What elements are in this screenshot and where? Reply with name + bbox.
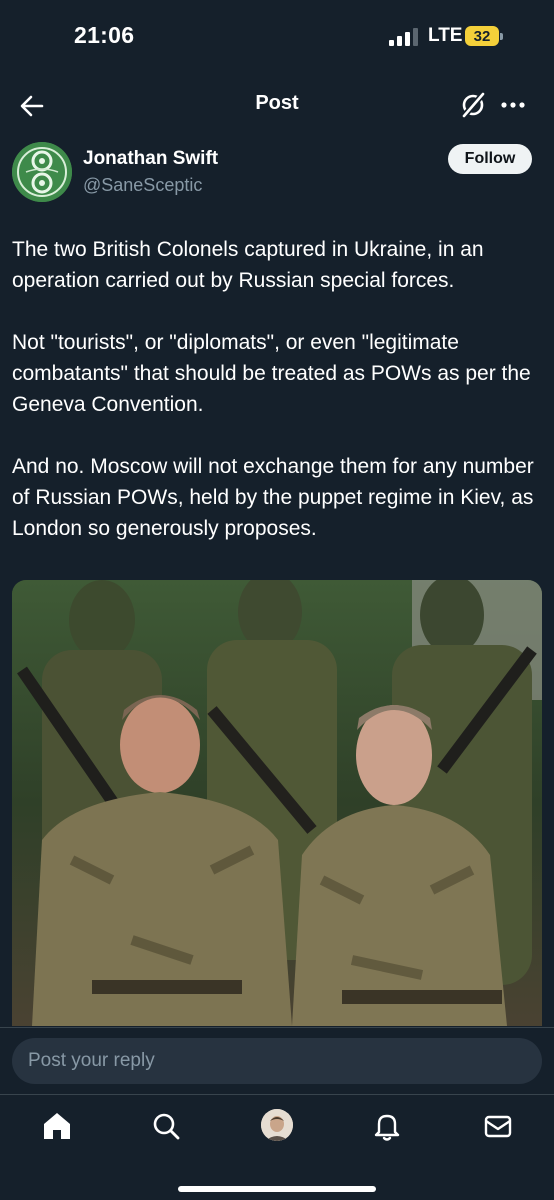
post-screen: 21:06 LTE 32 Post Jonathan Swift @SaneSc…	[0, 0, 554, 1200]
status-time: 21:06	[74, 22, 135, 48]
profile-face-icon	[261, 1109, 293, 1141]
slashed-circle-icon[interactable]	[458, 90, 488, 120]
bottom-nav	[0, 1094, 554, 1200]
battery-level: 32	[473, 28, 491, 45]
bell-icon[interactable]	[370, 1109, 404, 1143]
author-handle[interactable]: @SaneSceptic	[83, 175, 202, 196]
tweet-paragraph: The two British Colonels captured in Ukr…	[12, 238, 484, 292]
network-type: LTE	[428, 25, 463, 46]
home-indicator	[178, 1186, 376, 1192]
signal-icon	[389, 28, 418, 46]
status-bar: 21:06 LTE 32	[0, 0, 554, 72]
more-horizontal-icon[interactable]	[498, 90, 528, 120]
post-header: Post	[0, 80, 554, 130]
profile-avatar[interactable]	[261, 1109, 293, 1141]
reply-input[interactable]	[12, 1038, 542, 1084]
battery-icon: 32	[465, 26, 503, 46]
follow-button[interactable]: Follow	[448, 144, 532, 174]
home-icon[interactable]	[40, 1109, 74, 1143]
author-avatar[interactable]	[12, 142, 72, 202]
tweet-paragraph: Not "tourists", or "diplomats", or even …	[12, 331, 531, 416]
reply-bar	[0, 1027, 554, 1095]
tweet-text: The two British Colonels captured in Ukr…	[12, 234, 542, 575]
soldiers-photo	[12, 580, 542, 1026]
author-name[interactable]: Jonathan Swift	[83, 148, 218, 170]
tweet-image[interactable]	[12, 580, 542, 1026]
search-icon[interactable]	[149, 1109, 183, 1143]
yin-yang-logo-icon	[12, 142, 72, 202]
tweet-paragraph: And no. Moscow will not exchange them fo…	[12, 455, 534, 540]
mail-icon[interactable]	[481, 1109, 515, 1143]
